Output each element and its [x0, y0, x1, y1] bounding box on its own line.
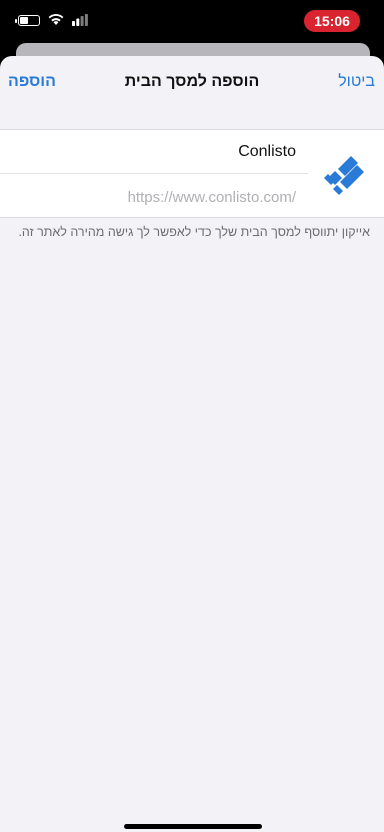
shortcut-form: Conlisto https://www.conlisto.com/ [0, 129, 384, 218]
wifi-icon [48, 13, 64, 25]
battery-icon [15, 15, 40, 26]
help-note: אייקון יתווסף למסך הבית שלך כדי לאפשר לך… [18, 225, 370, 239]
field-divider [0, 173, 308, 174]
cellular-signal-icon [72, 14, 88, 26]
home-indicator[interactable] [124, 824, 262, 829]
nav-bar: ביטול הוספה למסך הבית הוספה [0, 56, 384, 111]
status-bar: 15:06 [0, 0, 384, 40]
add-to-home-screen-sheet: ביטול הוספה למסך הבית הוספה Conlisto htt… [0, 56, 384, 832]
add-button[interactable]: הוספה [8, 73, 56, 91]
conlisto-logo-icon [324, 156, 364, 195]
status-time[interactable]: 15:06 [304, 10, 360, 32]
shortcut-url-field: https://www.conlisto.com/ [127, 189, 296, 206]
shortcut-name-input[interactable]: Conlisto [238, 143, 296, 161]
sheet-title: הוספה למסך הבית [124, 73, 260, 90]
